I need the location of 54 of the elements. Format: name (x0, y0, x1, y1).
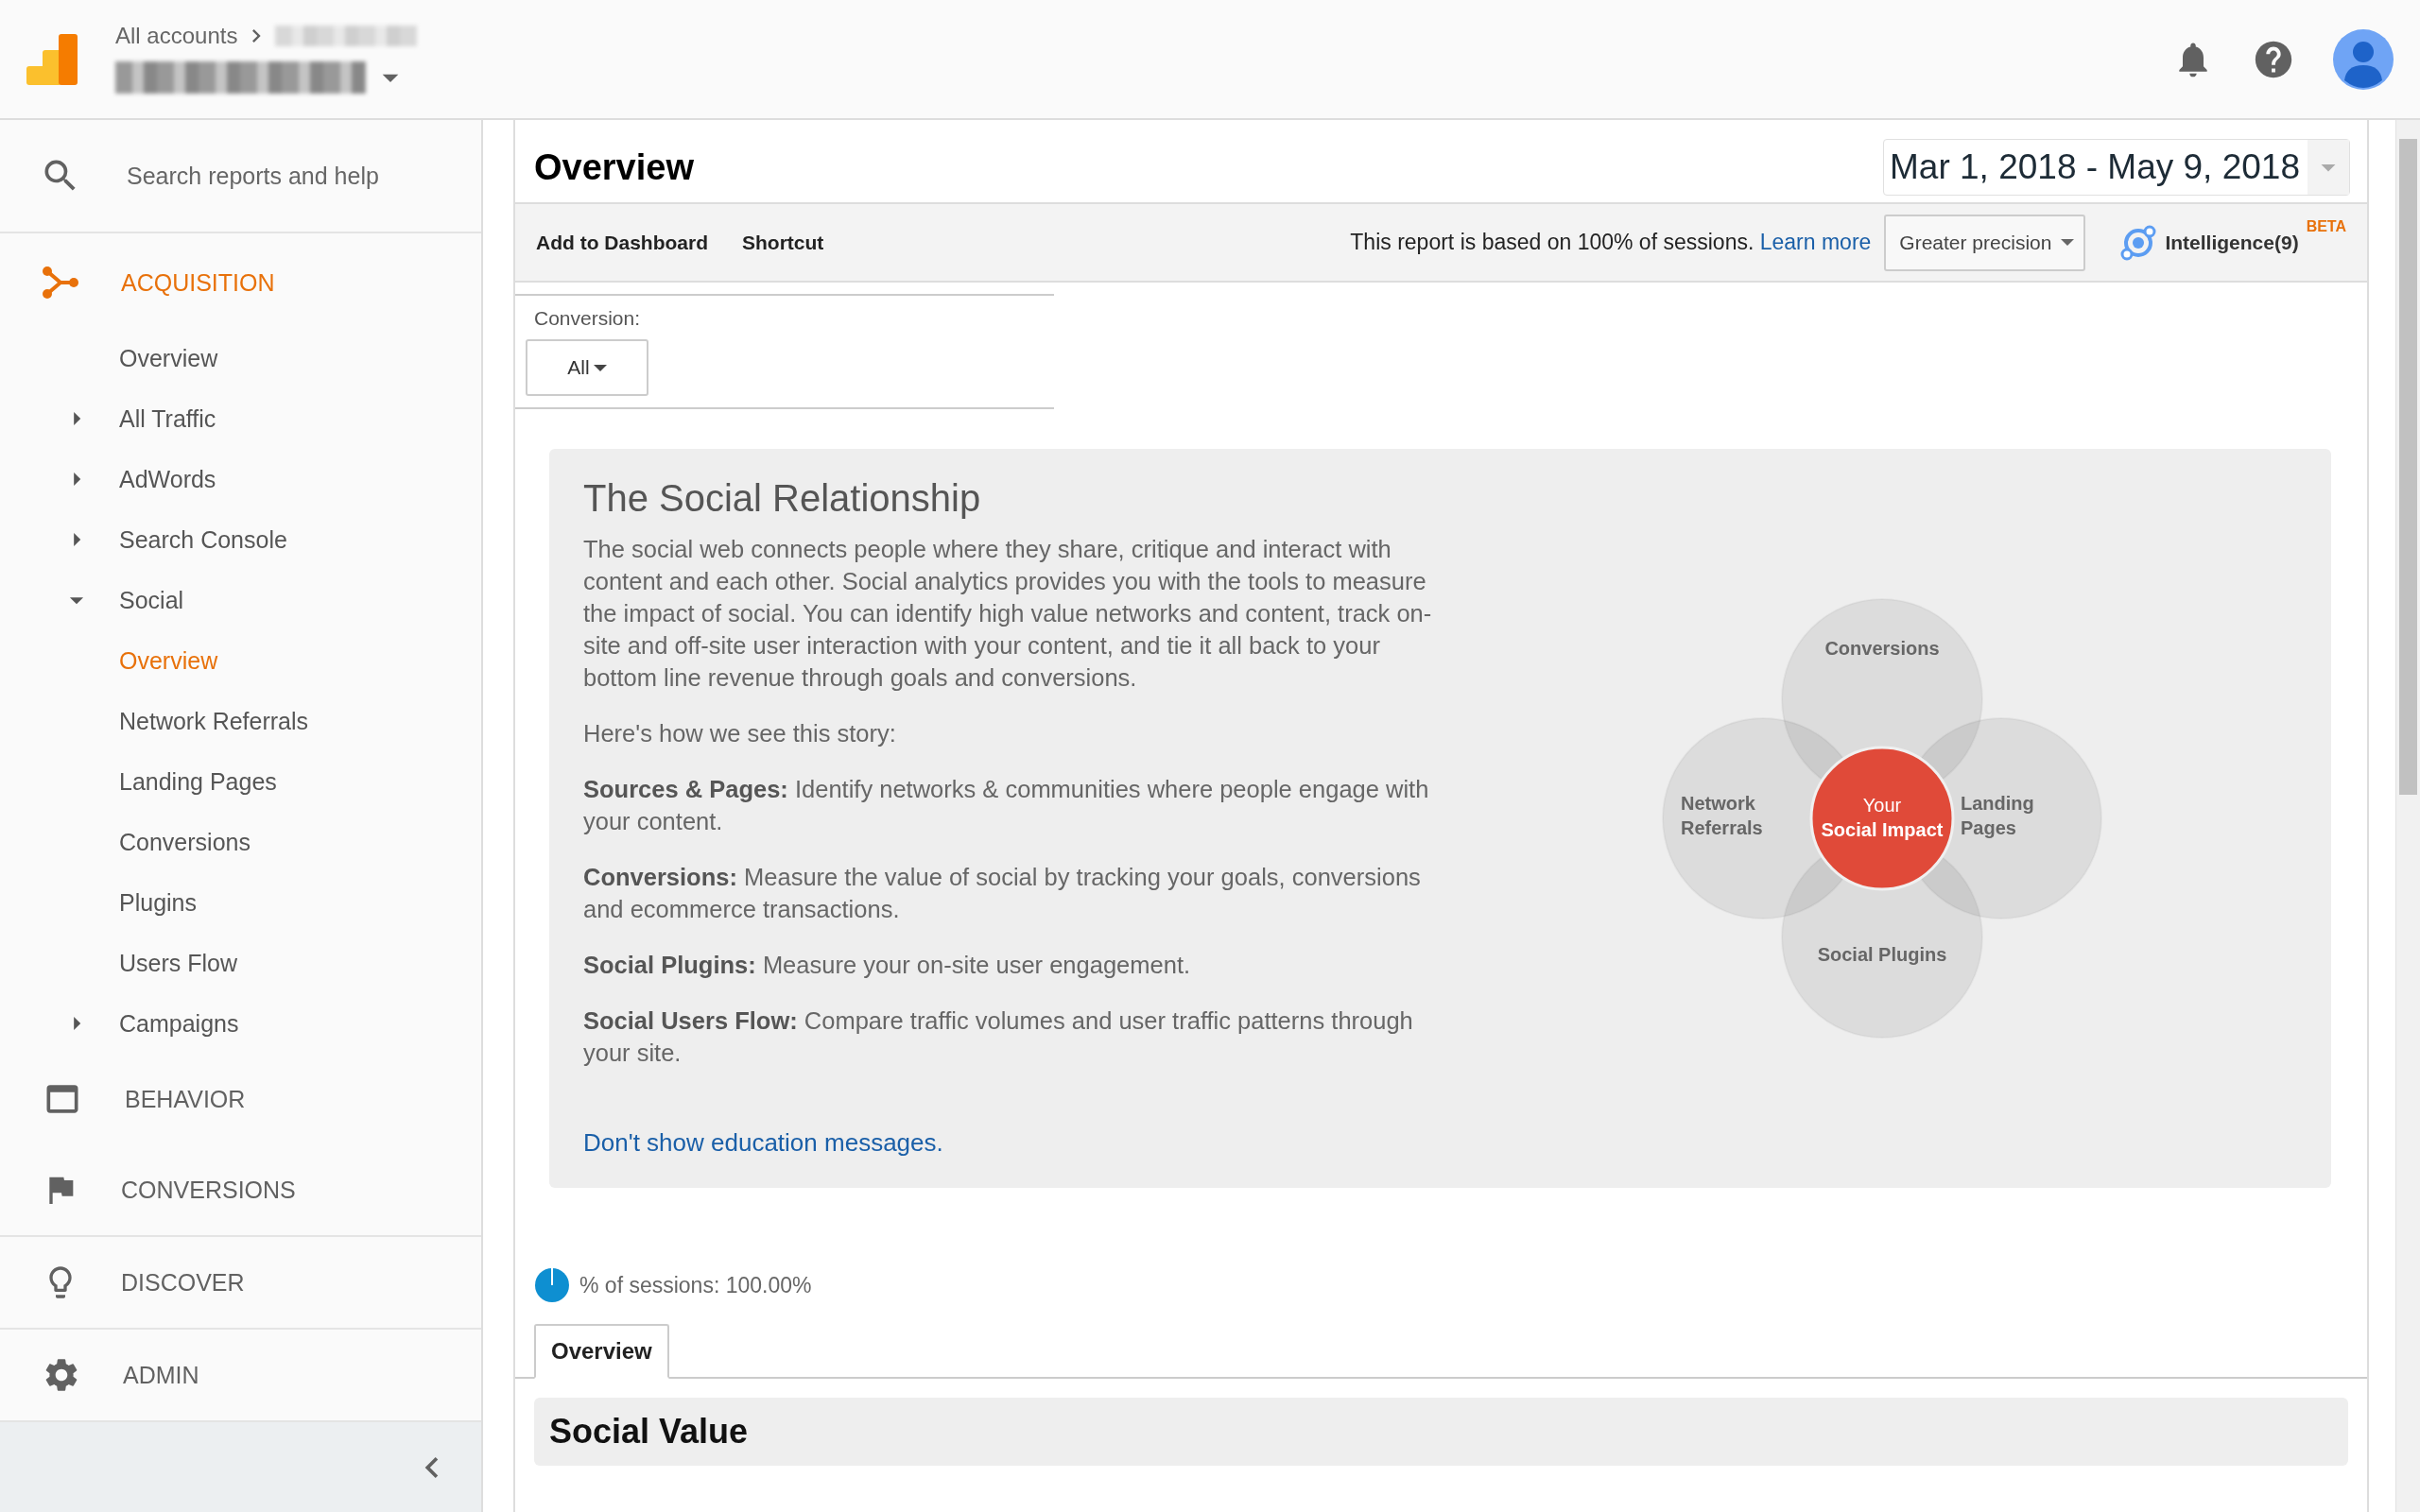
nav-item[interactable]: AdWords (119, 465, 216, 493)
paragraph: Here's how we see this story: (583, 719, 897, 748)
diagram-label: Network Referrals (1681, 793, 1763, 838)
nav-section[interactable]: CONVERSIONS (121, 1176, 296, 1204)
nav-item[interactable]: Campaigns (119, 1009, 239, 1038)
avatar-icon[interactable] (2333, 28, 2394, 90)
intelligence-button[interactable]: Intelligence(9) (2165, 231, 2299, 254)
diagram-label: Social Impact (1821, 819, 1944, 840)
toolbar-action[interactable]: Shortcut (742, 231, 824, 254)
nav-item[interactable]: Overview (119, 344, 218, 372)
paragraph: Social Plugins: Measure your on-site user engagement. (583, 951, 1192, 980)
nav-item[interactable]: All Traffic (119, 404, 216, 433)
caret-icon (2308, 139, 2349, 195)
nav-section[interactable]: DISCOVER (121, 1268, 245, 1297)
diagram-label: Conversions (1824, 638, 1940, 659)
sessions-text: % of sessions: 100.00% (579, 1272, 812, 1298)
caret-icon (593, 364, 607, 371)
breadcrumb-link[interactable]: All accounts (115, 22, 238, 49)
precision-select[interactable]: Greater precision (1884, 214, 2086, 271)
card-title: The Social Relationship (583, 477, 982, 520)
pie-icon (534, 1267, 570, 1303)
sampling-note: This report is based on 100% of sessions. Learn more (1350, 230, 1872, 255)
caret-icon (2061, 239, 2075, 246)
paragraph: Social Users Flow: Compare traffic volumes and user traffic patterns through your site. (583, 1006, 1414, 1068)
page-title: Overview (534, 147, 694, 188)
scrollbar-thumb[interactable] (2399, 139, 2417, 795)
search-field[interactable]: Search reports and help (125, 161, 465, 191)
beta-label: BETA (2306, 217, 2346, 235)
conversion-label: Conversion: (534, 307, 642, 330)
diagram-label: Social Plugins (1817, 944, 1947, 965)
intelligence-icon[interactable] (2119, 223, 2158, 262)
paragraph: Sources & Pages: Identify networks & communities where people engage with your content. (583, 775, 1430, 836)
nav-section[interactable]: BEHAVIOR (125, 1085, 246, 1113)
nav-item[interactable]: Network Referrals (119, 707, 309, 735)
fork-icon (42, 266, 79, 300)
nav-item[interactable]: Users Flow (119, 949, 237, 977)
toolbar-action[interactable]: Add to Dashboard (536, 231, 708, 254)
conversion-dropdown[interactable]: All (526, 339, 648, 396)
tab[interactable]: Overview (534, 1324, 669, 1379)
logo-icon (26, 33, 78, 85)
paragraph: Conversions: Measure the value of social by tracking your goals, conversions and ecommerce transactions. (583, 863, 1422, 924)
nav-item[interactable]: Plugins (119, 888, 197, 917)
diagram-label: Landing Pages (1961, 793, 2034, 838)
nav-item[interactable]: Landing Pages (119, 767, 277, 796)
paragraph: The social web connects people where they share, critique and interact with content and each other. Social analytics provides you with the tools to measure the impact of social. You can identify high value networks and content, track on-site and off-site user interaction with your content, and tie it all back to your bottom line revenue through goals and conversions. (583, 535, 1433, 693)
nav-item[interactable]: Search Console (119, 525, 287, 554)
diagram-label: Your (1862, 795, 1902, 816)
date-range-picker[interactable]: Mar 1, 2018 - May 9, 2018 (1883, 138, 2350, 196)
section-title: Social Value (549, 1412, 749, 1452)
learn-more-link[interactable]: Learn more (1759, 230, 1872, 254)
nav-item[interactable]: Social (119, 586, 184, 614)
nav-item[interactable]: Conversions (119, 828, 251, 856)
hide-messages-link[interactable]: Don't show education messages. (583, 1128, 1439, 1158)
nav-section[interactable]: ADMIN (123, 1361, 199, 1389)
